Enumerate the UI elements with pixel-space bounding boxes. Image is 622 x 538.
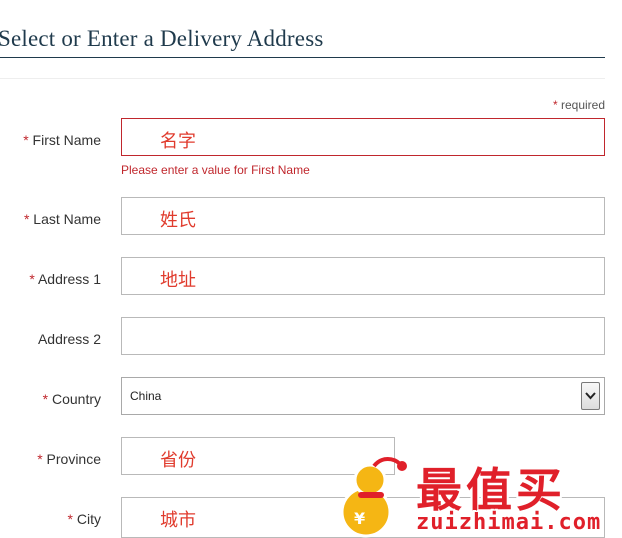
zuizhimai-watermark: ¥ 最值买 zuizhimai.com — [330, 452, 622, 538]
title-divider — [0, 57, 605, 58]
first-name-value: 名字 — [160, 131, 196, 152]
required-star: * — [23, 132, 29, 148]
last-name-value: 姓氏 — [160, 210, 196, 231]
address1-label-text: Address 1 — [37, 271, 101, 287]
address2-label: Address 2 — [0, 331, 101, 347]
first-name-label-text: First Name — [32, 132, 101, 148]
address1-value: 地址 — [160, 270, 196, 291]
required-star: * — [29, 271, 35, 287]
last-name-input[interactable]: 姓氏 — [121, 197, 605, 235]
city-value: 城市 — [160, 510, 196, 531]
required-star: * — [23, 211, 30, 227]
first-name-input[interactable]: 名字 — [121, 118, 605, 156]
page-title: Select or Enter a Delivery Address — [0, 26, 324, 51]
required-star: * — [42, 391, 49, 407]
watermark-url: zuizhimai.com — [416, 510, 602, 535]
country-selected-value: China — [130, 389, 162, 403]
required-star: * — [67, 511, 73, 527]
address1-input[interactable]: 地址 — [121, 257, 605, 295]
required-star: * — [552, 98, 558, 112]
required-star: * — [37, 451, 43, 467]
country-select[interactable]: China — [121, 377, 605, 415]
province-label: * Province — [0, 451, 101, 467]
required-text: required — [560, 98, 605, 112]
last-name-label-text: Last Name — [33, 211, 101, 227]
country-label: * Country — [0, 391, 101, 407]
country-label-text: Country — [51, 391, 101, 407]
province-label-text: Province — [46, 451, 101, 467]
address2-label-text: Address 2 — [37, 331, 101, 347]
city-label: * City — [0, 511, 101, 527]
svg-text:¥: ¥ — [354, 509, 365, 528]
required-note: * required — [553, 98, 605, 112]
address1-label: * Address 1 — [0, 271, 101, 287]
address2-input[interactable] — [121, 317, 605, 355]
first-name-error: Please enter a value for First Name — [121, 163, 310, 177]
city-label-text: City — [76, 511, 101, 527]
chevron-down-icon[interactable] — [581, 382, 600, 410]
gourd-mascot-icon: ¥ — [340, 457, 407, 538]
last-name-label: * Last Name — [0, 211, 101, 227]
section-divider — [0, 78, 605, 79]
first-name-label: * First Name — [0, 132, 101, 148]
province-value: 省份 — [160, 450, 196, 471]
